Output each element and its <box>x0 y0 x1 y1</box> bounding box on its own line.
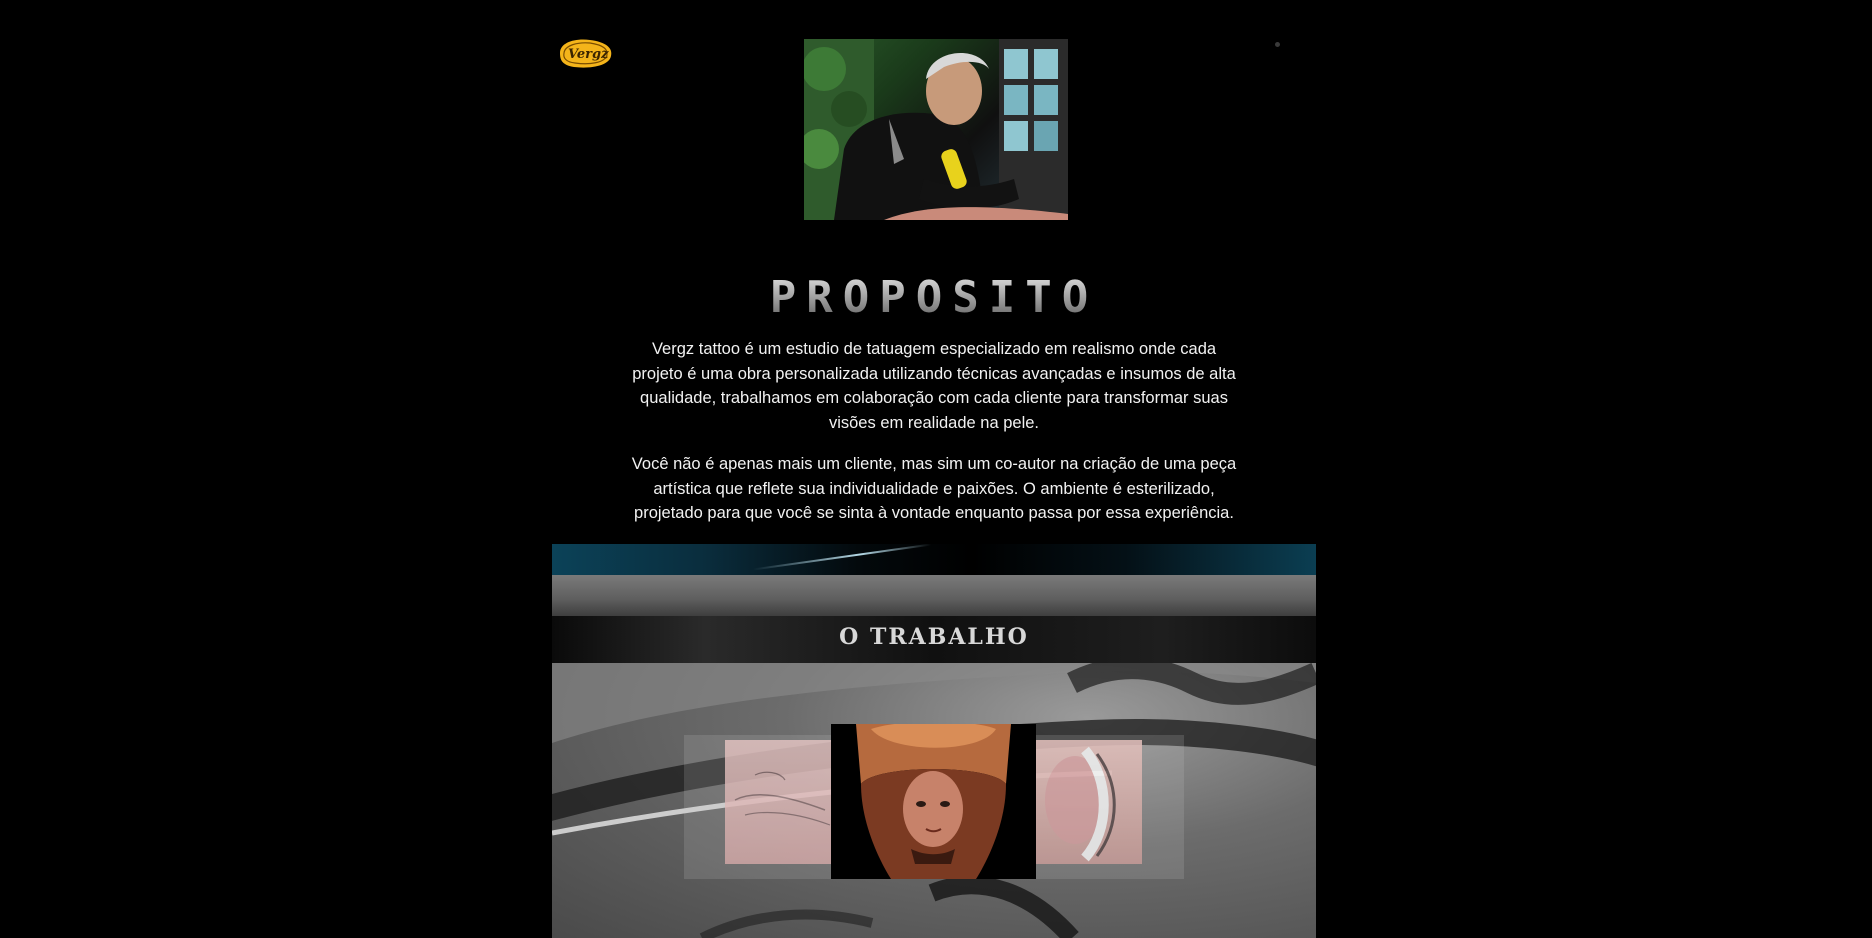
proposito-paragraph-1: Vergz tattoo é um estudio de tatuagem es… <box>632 340 1236 433</box>
gallery-item-left[interactable] <box>725 740 832 864</box>
menu-dot-icon[interactable] <box>1275 42 1280 47</box>
logo-text: Vergz <box>568 47 609 62</box>
vergz-logo[interactable]: Vergz <box>556 36 614 70</box>
section-title-proposito: PROPOSITO <box>552 272 1316 323</box>
gallery-item-center[interactable] <box>831 724 1036 879</box>
hero-photo <box>804 39 1068 220</box>
section-title-trabalho: O TRABALHO <box>839 624 1029 650</box>
light-streak <box>752 544 932 571</box>
gallery-item-right[interactable] <box>1035 740 1142 864</box>
decorative-grey-band <box>552 575 1316 616</box>
decorative-band <box>552 544 1316 575</box>
proposito-paragraph-2: Você não é apenas mais um cliente, mas s… <box>631 455 1237 523</box>
